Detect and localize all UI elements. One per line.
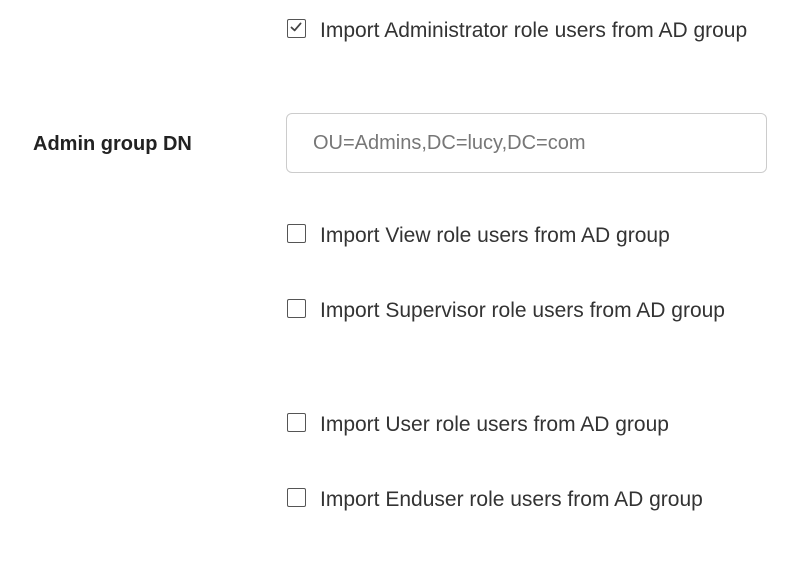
import-enduser-role-option[interactable]: Import Enduser role users from AD group (287, 483, 767, 517)
import-user-role-label: Import User role users from AD group (320, 413, 669, 436)
import-admin-role-option[interactable]: Import Administrator role users from AD … (287, 14, 767, 48)
import-supervisor-role-label: Import Supervisor role users from AD gro… (320, 299, 725, 322)
import-view-role-label: Import View role users from AD group (320, 224, 670, 247)
admin-group-dn-label: Admin group DN (33, 133, 192, 155)
check-icon (290, 22, 302, 32)
import-view-role-option[interactable]: Import View role users from AD group (287, 219, 767, 253)
import-user-role-checkbox[interactable] (287, 413, 306, 432)
import-enduser-role-checkbox[interactable] (287, 488, 306, 507)
import-supervisor-role-checkbox[interactable] (287, 299, 306, 318)
import-supervisor-role-option[interactable]: Import Supervisor role users from AD gro… (287, 294, 767, 328)
import-admin-role-checkbox[interactable] (287, 19, 306, 38)
import-enduser-role-label: Import Enduser role users from AD group (320, 488, 703, 511)
import-user-role-option[interactable]: Import User role users from AD group (287, 408, 767, 442)
import-admin-role-label: Import Administrator role users from AD … (320, 19, 748, 42)
ad-import-settings-form: Import Administrator role users from AD … (0, 0, 800, 577)
import-view-role-checkbox[interactable] (287, 224, 306, 243)
admin-group-dn-input[interactable] (286, 113, 767, 173)
